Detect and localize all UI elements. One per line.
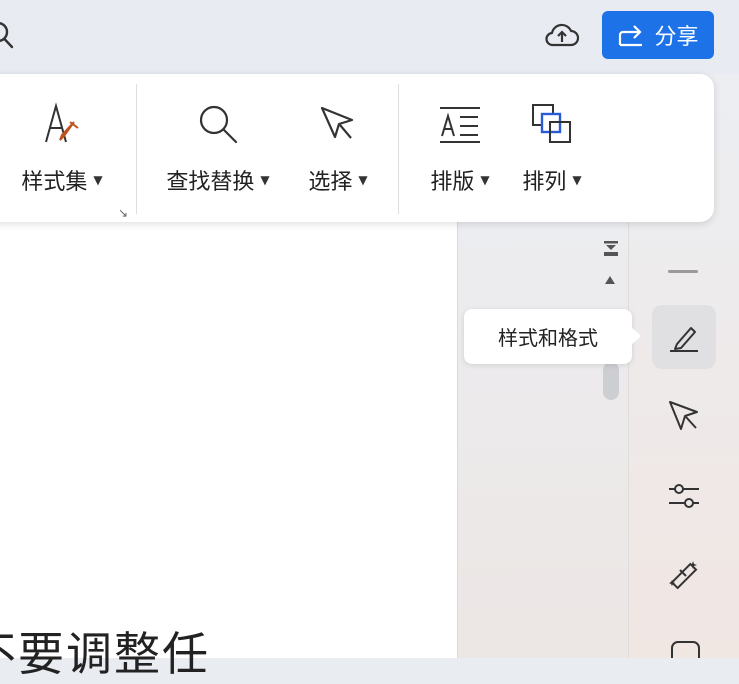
scroll-up-icon[interactable] <box>604 275 616 285</box>
chevron-down-icon: ▼ <box>480 173 490 187</box>
style-format-icon <box>670 327 698 352</box>
select-panel-icon <box>669 401 698 430</box>
find-replace-button[interactable]: 查找替换 ▼ <box>156 74 280 196</box>
chevron-down-icon: ▼ <box>260 173 270 187</box>
collapse-icon[interactable] <box>602 240 620 258</box>
find-replace-icon <box>199 105 238 144</box>
ribbon-toolbar: 样式集 ▼ 查找替换 ▼ 选择 ▼ 排版 ▼ 排列 ▼ <box>0 74 714 222</box>
tooltip-text: 样式和格式 <box>498 326 598 350</box>
select-button[interactable]: 选择 ▼ <box>296 74 380 196</box>
magic-wand-icon <box>669 561 698 590</box>
adjust-icon <box>669 484 699 508</box>
typesetting-label: 排版 <box>430 170 475 195</box>
select-icon <box>320 106 354 139</box>
typesetting-icon <box>440 107 480 143</box>
separator <box>398 84 399 214</box>
chevron-down-icon: ▼ <box>572 173 582 187</box>
typesetting-button[interactable]: 排版 ▼ <box>420 74 500 196</box>
arrange-label: 排列 <box>522 170 567 195</box>
style-set-label: 样式集 <box>21 170 88 195</box>
tooltip: 样式和格式 <box>464 309 632 364</box>
magic-wand-button[interactable] <box>652 543 716 607</box>
tooltip-pointer <box>632 328 641 344</box>
cloud-upload-icon[interactable] <box>543 19 581 51</box>
style-set-button[interactable]: 样式集 ▼ <box>0 74 124 196</box>
arrange-button[interactable]: 排列 ▼ <box>512 74 592 196</box>
scrollbar-thumb[interactable] <box>603 362 619 400</box>
chevron-down-icon: ▼ <box>93 173 103 187</box>
minimize-icon[interactable] <box>668 270 698 273</box>
separator <box>136 84 137 214</box>
arrange-icon <box>532 104 571 143</box>
style-set-icon <box>45 102 79 143</box>
find-replace-label: 查找替换 <box>166 170 255 195</box>
adjust-button[interactable] <box>652 464 716 528</box>
chevron-down-icon: ▼ <box>358 173 368 187</box>
title-bar: 分享 <box>0 0 739 74</box>
select-label: 选择 <box>308 170 353 195</box>
document-text: 不要调整任 <box>0 627 210 681</box>
document-page[interactable]: 不要调整任 <box>0 222 458 681</box>
search-icon[interactable] <box>0 20 16 52</box>
more-tool-icon[interactable] <box>669 640 701 658</box>
share-button[interactable]: 分享 <box>602 11 714 59</box>
style-format-button[interactable] <box>652 305 716 369</box>
share-label: 分享 <box>654 25 699 50</box>
select-panel-button[interactable] <box>652 384 716 448</box>
dialog-launcher-icon[interactable]: ↘ <box>118 206 128 220</box>
canvas-background <box>458 222 628 658</box>
share-icon <box>619 25 643 47</box>
